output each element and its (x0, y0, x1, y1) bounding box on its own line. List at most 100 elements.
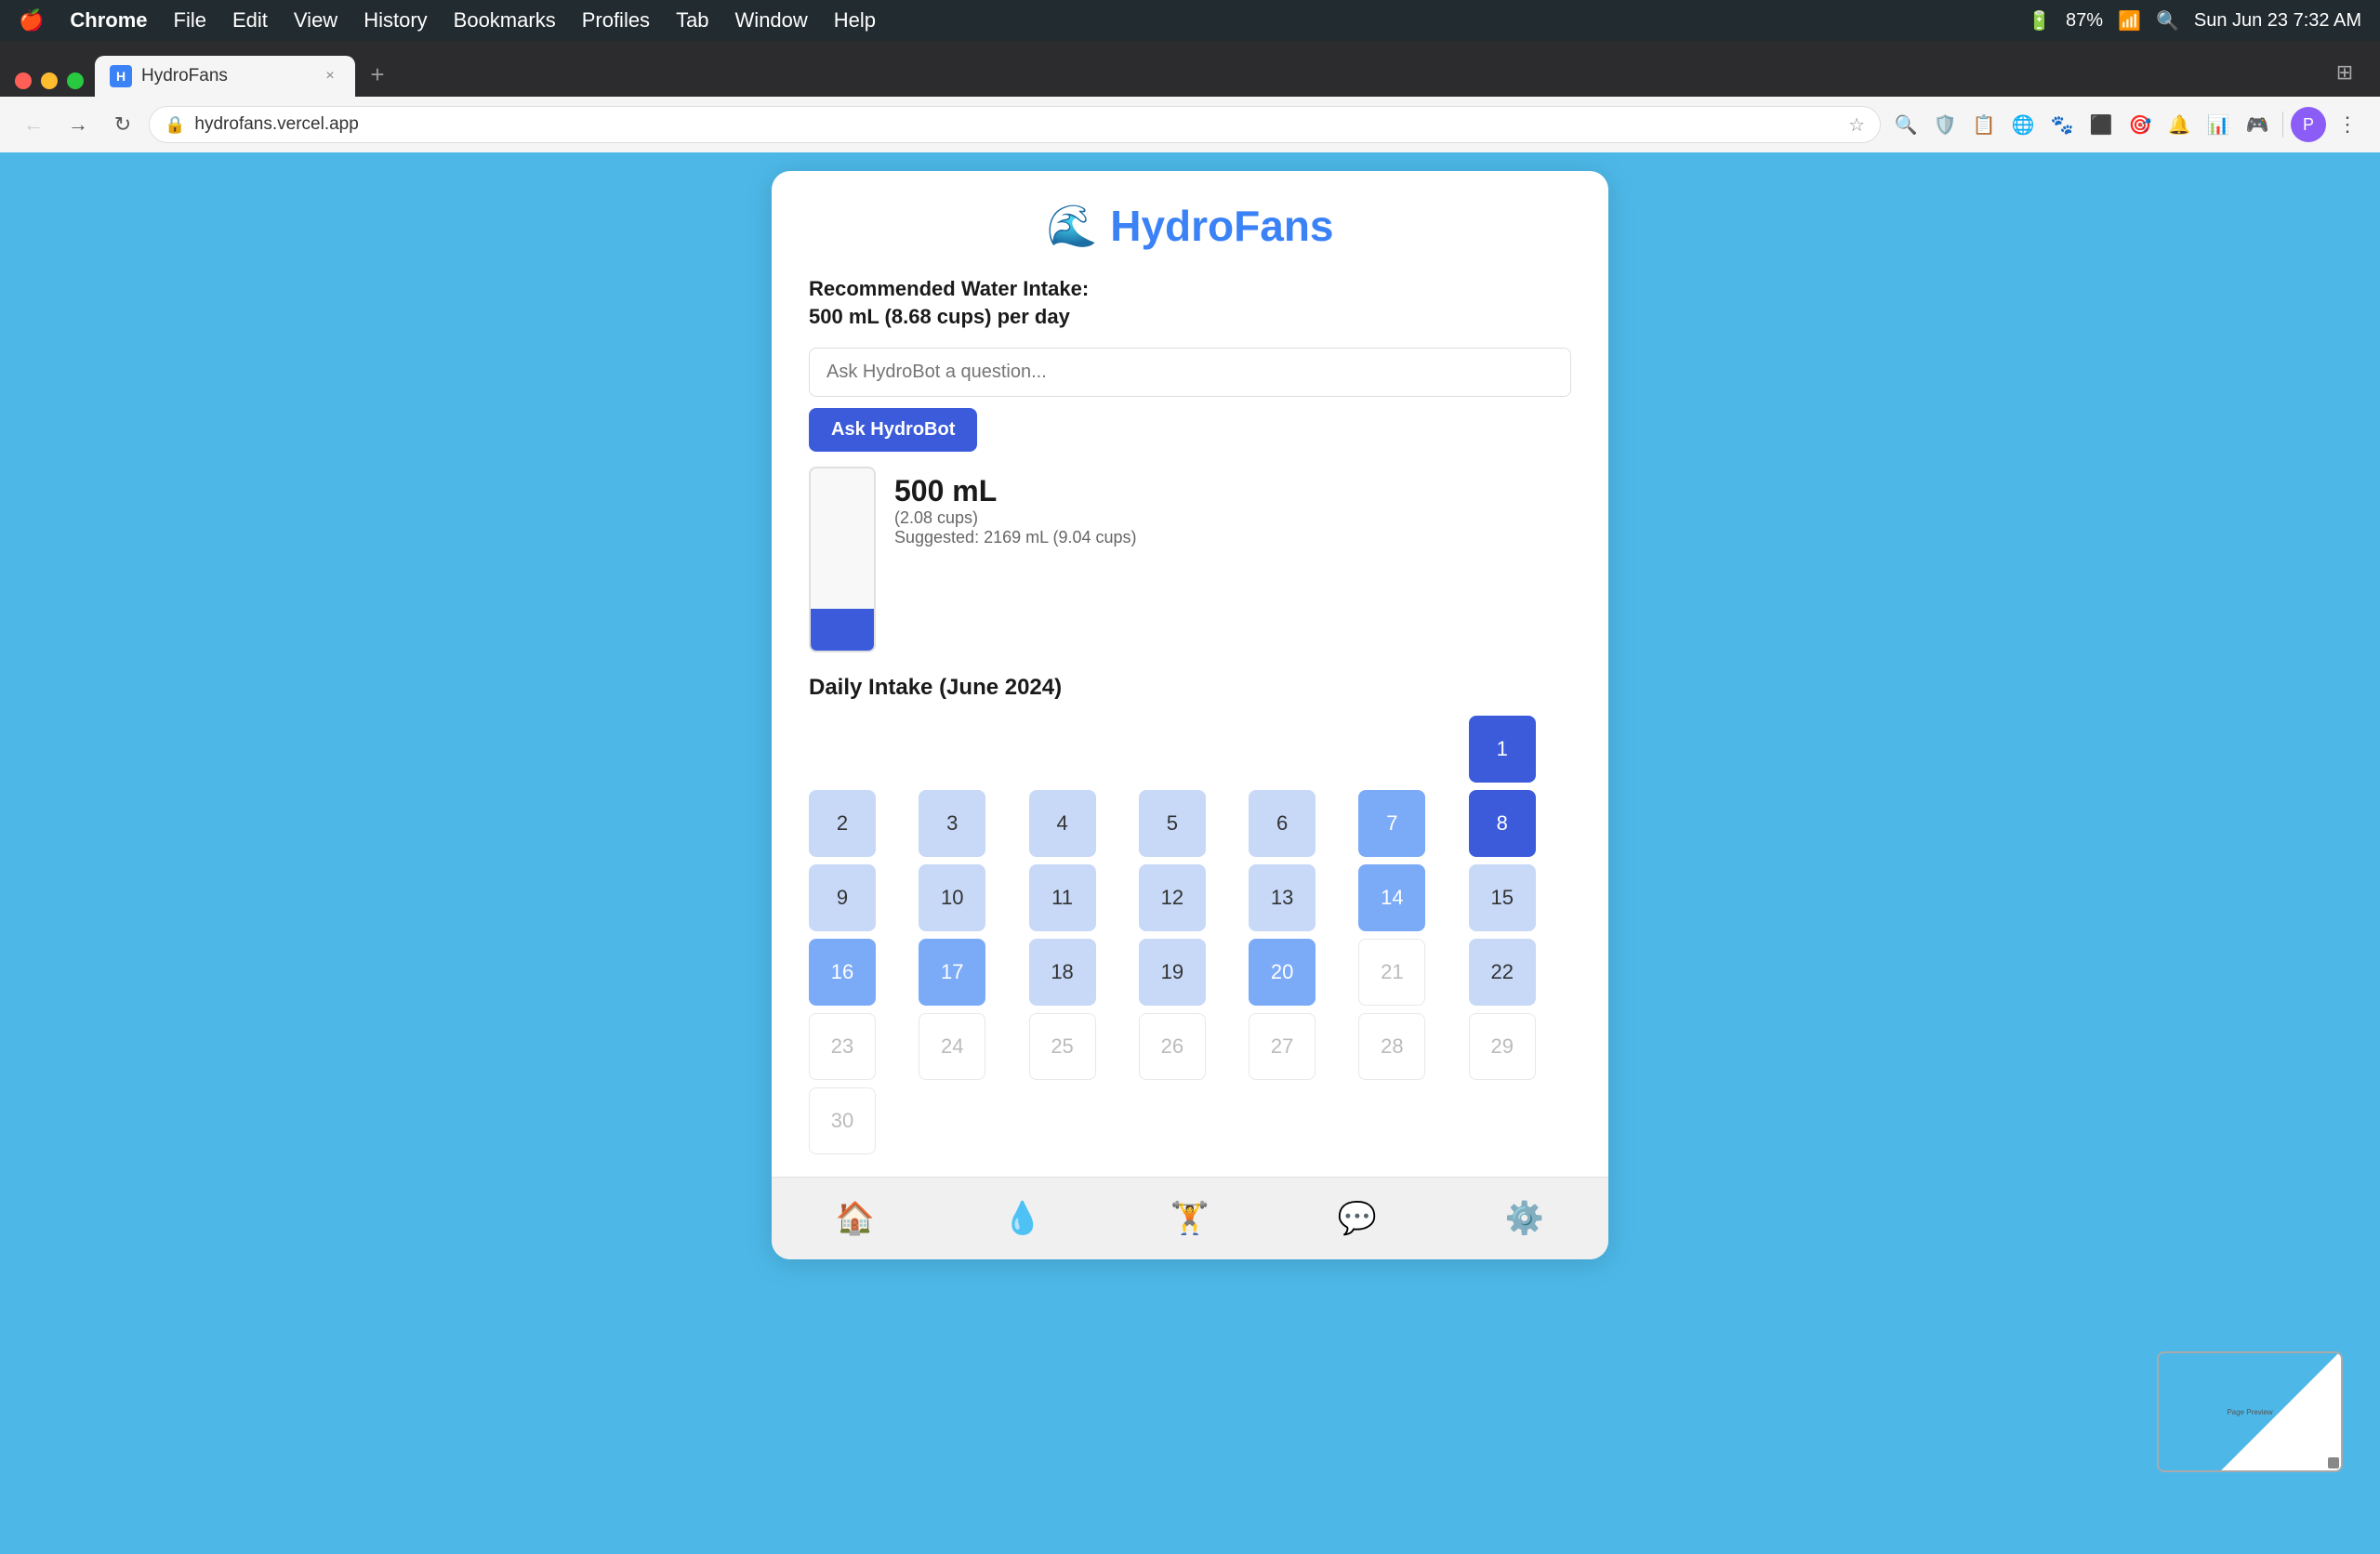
extension-icon-6[interactable]: 🎯 (2122, 107, 2158, 142)
cal-day-13[interactable]: 13 (1249, 864, 1316, 931)
cal-day-1[interactable]: 1 (1469, 716, 1536, 783)
reload-button[interactable]: ↻ (104, 106, 141, 143)
back-button[interactable]: ← (15, 106, 52, 143)
extension-icon-8[interactable]: 📊 (2201, 107, 2236, 142)
forward-button[interactable]: → (60, 106, 97, 143)
cal-day-6[interactable]: 6 (1249, 790, 1316, 857)
cal-day-4[interactable]: 4 (1029, 790, 1096, 857)
cal-day-28[interactable]: 28 (1358, 1013, 1425, 1080)
cal-day-19[interactable]: 19 (1139, 939, 1206, 1006)
cal-day-26[interactable]: 26 (1139, 1013, 1206, 1080)
menubar-tab[interactable]: Tab (676, 8, 708, 33)
minimize-traffic-light[interactable] (41, 72, 58, 89)
extension-icon-2[interactable]: 📋 (1966, 107, 2002, 142)
menubar: 🍎 Chrome File Edit View History Bookmark… (0, 0, 2380, 41)
menubar-file[interactable]: File (174, 8, 206, 33)
cal-day-11[interactable]: 11 (1029, 864, 1096, 931)
profile-avatar[interactable]: P (2291, 107, 2326, 142)
water-tube (809, 467, 876, 652)
cal-day-2[interactable]: 2 (809, 790, 876, 857)
thumbnail-resize-handle[interactable] (2328, 1457, 2339, 1468)
extension-icon-7[interactable]: 🔔 (2162, 107, 2197, 142)
cal-day-empty (1029, 716, 1096, 783)
more-menu-button[interactable]: ⋮ (2330, 107, 2365, 142)
water-amount: 500 mL (894, 474, 1137, 508)
cal-day-23[interactable]: 23 (809, 1013, 876, 1080)
menubar-battery-icon: 🔋 (2028, 9, 2051, 33)
menubar-profiles[interactable]: Profiles (582, 8, 650, 33)
menubar-window[interactable]: Window (735, 8, 808, 33)
cal-day-empty (1249, 716, 1316, 783)
menubar-edit[interactable]: Edit (232, 8, 268, 33)
app-header: 🌊 HydroFans (809, 201, 1571, 251)
cal-day-24[interactable]: 24 (919, 1013, 985, 1080)
extension-icon-9[interactable]: 🎮 (2240, 107, 2275, 142)
water-tube-container (809, 467, 876, 652)
tab-close-button[interactable]: × (320, 66, 340, 86)
extension-icon-1[interactable]: 🛡️ (1927, 107, 1963, 142)
extension-icon-5[interactable]: ⬛ (2083, 107, 2119, 142)
address-bar-row: ← → ↻ 🔒 hydrofans.vercel.app ☆ 🔍 🛡️ 📋 🌐 … (0, 97, 2380, 152)
menubar-left: 🍎 Chrome File Edit View History Bookmark… (19, 8, 876, 33)
maximize-traffic-light[interactable] (67, 72, 84, 89)
calendar-title: Daily Intake (June 2024) (809, 675, 1571, 701)
cal-day-17[interactable]: 17 (919, 939, 985, 1006)
nav-item-water[interactable]: 💧 (985, 1192, 1060, 1245)
nav-item-home[interactable]: 🏠 (818, 1192, 892, 1245)
cal-day-20[interactable]: 20 (1249, 939, 1316, 1006)
cal-day-25[interactable]: 25 (1029, 1013, 1096, 1080)
menubar-help[interactable]: Help (834, 8, 876, 33)
nav-item-settings[interactable]: ⚙️ (1488, 1192, 1562, 1245)
extension-icon-4[interactable]: 🐾 (2044, 107, 2080, 142)
water-viz-row: 500 mL (2.08 cups) Suggested: 2169 mL (9… (809, 467, 1571, 652)
app-card: 🌊 HydroFans Recommended Water Intake: 50… (772, 171, 1608, 1259)
recommended-value: 500 mL (8.68 cups) per day (809, 305, 1571, 329)
nav-item-chat[interactable]: 💬 (1320, 1192, 1395, 1245)
cal-day-16[interactable]: 16 (809, 939, 876, 1006)
cal-day-22[interactable]: 22 (1469, 939, 1536, 1006)
menubar-search-icon[interactable]: 🔍 (2156, 9, 2179, 33)
cal-day-12[interactable]: 12 (1139, 864, 1206, 931)
new-tab-button[interactable]: + (359, 56, 396, 93)
cal-day-15[interactable]: 15 (1469, 864, 1536, 931)
water-suggested: Suggested: 2169 mL (9.04 cups) (894, 528, 1137, 547)
cal-day-10[interactable]: 10 (919, 864, 985, 931)
search-toolbar-icon[interactable]: 🔍 (1888, 107, 1924, 142)
browser-tab-hydrofans[interactable]: H HydroFans × (95, 56, 355, 97)
menubar-right: 🔋 87% 📶 🔍 Sun Jun 23 7:32 AM (2028, 9, 2361, 33)
close-traffic-light[interactable] (15, 72, 32, 89)
tab-favicon: H (110, 65, 132, 87)
cal-day-30[interactable]: 30 (809, 1087, 876, 1154)
app-title: HydroFans (1110, 201, 1333, 251)
hydrobot-button[interactable]: Ask HydroBot (809, 408, 977, 452)
hydrobot-section: Ask HydroBot (809, 348, 1571, 452)
menubar-view[interactable]: View (294, 8, 337, 33)
cal-day-7[interactable]: 7 (1358, 790, 1425, 857)
cal-day-9[interactable]: 9 (809, 864, 876, 931)
tab-bar: H HydroFans × + ⊞ (15, 48, 2365, 97)
cal-day-14[interactable]: 14 (1358, 864, 1425, 931)
browser-toolbar-icons: 🔍 🛡️ 📋 🌐 🐾 ⬛ 🎯 🔔 📊 🎮 P ⋮ (1888, 107, 2365, 142)
window-button[interactable]: ⊞ (2324, 52, 2365, 93)
menubar-chrome[interactable]: Chrome (70, 8, 147, 33)
cal-day-5[interactable]: 5 (1139, 790, 1206, 857)
extension-icon-3[interactable]: 🌐 (2005, 107, 2041, 142)
recommended-label: Recommended Water Intake: (809, 277, 1571, 301)
cal-day-3[interactable]: 3 (919, 790, 985, 857)
menubar-bookmarks[interactable]: Bookmarks (454, 8, 556, 33)
app-logo-icon: 🌊 (1046, 202, 1097, 250)
address-box[interactable]: 🔒 hydrofans.vercel.app ☆ (149, 106, 1881, 143)
cal-day-21[interactable]: 21 (1358, 939, 1425, 1006)
cal-day-18[interactable]: 18 (1029, 939, 1096, 1006)
bookmark-star-icon[interactable]: ☆ (1848, 113, 1865, 137)
nav-item-fitness[interactable]: 🏋️ (1153, 1192, 1227, 1245)
cal-day-29[interactable]: 29 (1469, 1013, 1536, 1080)
menubar-history[interactable]: History (364, 8, 427, 33)
cal-day-8[interactable]: 8 (1469, 790, 1536, 857)
apple-menu[interactable]: 🍎 (19, 8, 44, 33)
hydrobot-input[interactable] (809, 348, 1571, 397)
app-title-plain: Hydro (1110, 202, 1234, 250)
cal-day-27[interactable]: 27 (1249, 1013, 1316, 1080)
thumbnail-inner: Page Preview (2159, 1353, 2341, 1470)
calendar-section: Daily Intake (June 2024) 123456789101112… (809, 675, 1571, 1154)
